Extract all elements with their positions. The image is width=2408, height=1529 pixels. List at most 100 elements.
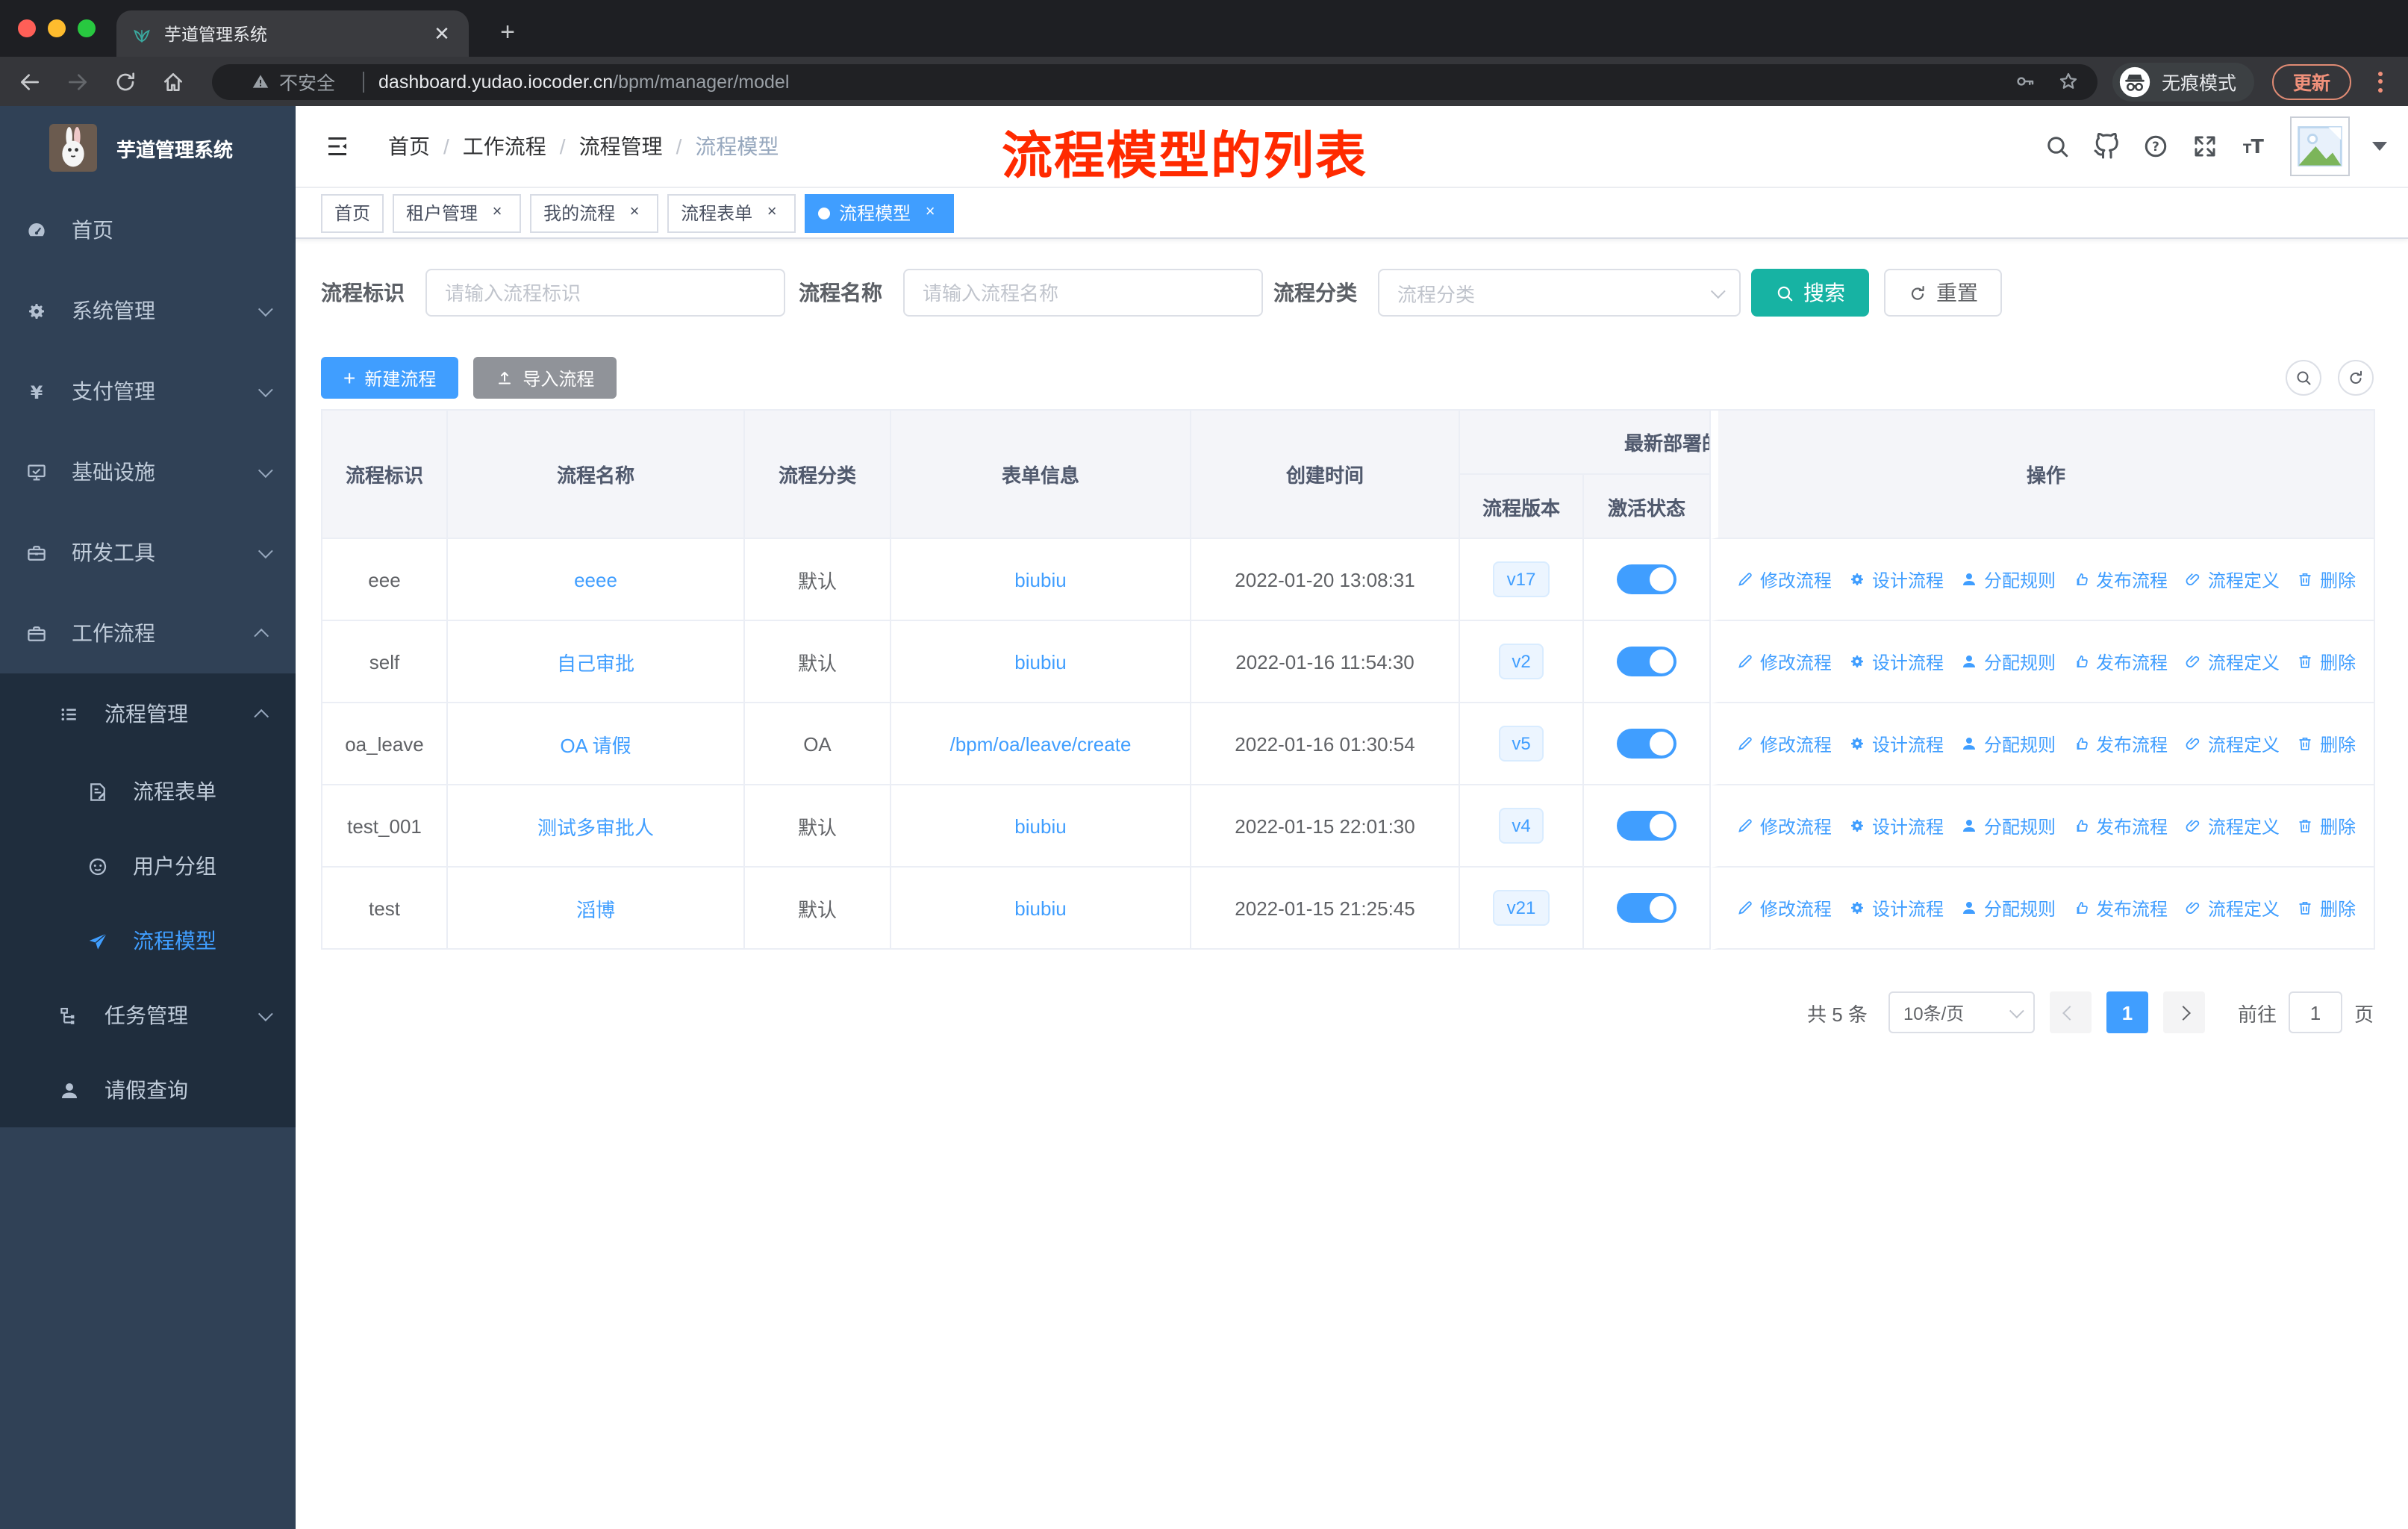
home-icon[interactable]	[161, 69, 185, 93]
sidebar-subitem-6[interactable]: 请假查询	[0, 1053, 296, 1127]
sidebar-subitem-5[interactable]: 任务管理	[0, 978, 296, 1053]
active-toggle[interactable]	[1617, 893, 1676, 923]
sidebar-item-3[interactable]: ¥ 支付管理	[0, 351, 296, 432]
menu-fold-icon[interactable]	[324, 133, 351, 160]
action-link-2[interactable]: 设计流程	[1848, 813, 1944, 838]
browser-tab[interactable]: 芋道管理系统 ✕	[116, 10, 469, 57]
sidebar-item-1[interactable]: 首页	[0, 190, 296, 270]
reset-button[interactable]: 重置	[1884, 269, 2002, 317]
back-icon[interactable]	[18, 69, 42, 93]
create-process-button[interactable]: + 新建流程	[321, 357, 459, 399]
tag-view-3[interactable]: 我的流程 ×	[530, 193, 659, 232]
breadcrumb-item[interactable]: 首页	[388, 131, 430, 161]
close-window-button[interactable]	[18, 19, 36, 37]
browser-update-button[interactable]: 更新	[2271, 63, 2351, 99]
tag-view-4[interactable]: 流程表单 ×	[667, 193, 796, 232]
page-size-select[interactable]: 10条/页	[1888, 991, 2035, 1033]
search-icon[interactable]	[2044, 133, 2071, 160]
process-name-link[interactable]: 测试多审批人	[537, 816, 654, 838]
url-bar[interactable]: 不安全 dashboard.yudao.iocoder.cn/bpm/manag…	[212, 63, 2097, 99]
active-toggle[interactable]	[1617, 564, 1676, 594]
form-info-link[interactable]: biubiu	[1014, 897, 1066, 919]
process-name-link[interactable]: 自己审批	[557, 652, 634, 674]
sidebar-subitem-1[interactable]: 流程管理	[0, 673, 296, 754]
process-key-input[interactable]	[425, 269, 785, 317]
github-icon[interactable]	[2093, 133, 2120, 160]
tag-view-5[interactable]: 流程模型 ×	[805, 193, 955, 232]
tag-close-icon[interactable]: ×	[624, 202, 645, 223]
action-link-2[interactable]: 设计流程	[1848, 731, 1944, 756]
page-number-button[interactable]: 1	[2106, 991, 2148, 1033]
sidebar-subitem-3[interactable]: 用户分组	[0, 829, 296, 903]
action-link-6[interactable]: 删除	[2296, 731, 2356, 756]
tag-view-2[interactable]: 租户管理 ×	[393, 193, 522, 232]
sidebar-item-6[interactable]: 工作流程	[0, 593, 296, 673]
action-link-5[interactable]: 流程定义	[2184, 895, 2280, 921]
browser-menu-icon[interactable]	[2369, 67, 2390, 96]
sidebar-item-5[interactable]: 研发工具	[0, 512, 296, 593]
action-link-4[interactable]: 发布流程	[2072, 649, 2168, 674]
new-tab-button[interactable]: +	[490, 18, 525, 48]
refresh-table-button[interactable]	[2338, 360, 2374, 396]
fullscreen-icon[interactable]	[2192, 133, 2218, 160]
import-process-button[interactable]: 导入流程	[473, 357, 617, 399]
key-icon[interactable]	[2014, 70, 2036, 93]
action-link-6[interactable]: 删除	[2296, 649, 2356, 674]
show-search-button[interactable]	[2286, 360, 2321, 396]
next-page-button[interactable]	[2162, 991, 2205, 1033]
breadcrumb-item[interactable]: 流程管理	[579, 131, 663, 161]
action-link-4[interactable]: 发布流程	[2072, 731, 2168, 756]
action-link-6[interactable]: 删除	[2296, 895, 2356, 921]
tab-close-icon[interactable]: ✕	[430, 22, 454, 46]
process-name-link[interactable]: eeee	[574, 568, 617, 591]
font-size-icon[interactable]: TT	[2241, 133, 2268, 160]
sidebar-item-2[interactable]: 系统管理	[0, 270, 296, 351]
tag-close-icon[interactable]: ×	[920, 202, 941, 223]
action-link-1[interactable]: 修改流程	[1736, 731, 1832, 756]
process-name-input[interactable]	[903, 269, 1263, 317]
form-info-link[interactable]: /bpm/oa/leave/create	[950, 732, 1132, 755]
form-info-link[interactable]: biubiu	[1014, 650, 1066, 673]
action-link-1[interactable]: 修改流程	[1736, 895, 1832, 921]
sidebar-subitem-2[interactable]: 流程表单	[0, 754, 296, 829]
help-icon[interactable]: ?	[2142, 133, 2169, 160]
breadcrumb-item[interactable]: 工作流程	[463, 131, 546, 161]
reload-icon[interactable]	[113, 69, 137, 93]
form-info-link[interactable]: biubiu	[1014, 815, 1066, 837]
action-link-4[interactable]: 发布流程	[2072, 813, 2168, 838]
avatar[interactable]	[2290, 116, 2350, 176]
action-link-3[interactable]: 分配规则	[1960, 731, 2056, 756]
prev-page-button[interactable]	[2049, 991, 2092, 1033]
action-link-2[interactable]: 设计流程	[1848, 649, 1944, 674]
process-name-link[interactable]: 滔博	[576, 898, 615, 921]
form-info-link[interactable]: biubiu	[1014, 568, 1066, 591]
zoom-window-button[interactable]	[78, 19, 96, 37]
action-link-3[interactable]: 分配规则	[1960, 895, 2056, 921]
action-link-3[interactable]: 分配规则	[1960, 813, 2056, 838]
action-link-1[interactable]: 修改流程	[1736, 813, 1832, 838]
active-toggle[interactable]	[1617, 647, 1676, 676]
action-link-2[interactable]: 设计流程	[1848, 895, 1944, 921]
tag-view-1[interactable]: 首页	[321, 193, 384, 232]
sidebar-item-4[interactable]: 基础设施	[0, 432, 296, 512]
action-link-1[interactable]: 修改流程	[1736, 567, 1832, 592]
sidebar-subitem-4[interactable]: 流程模型	[0, 903, 296, 978]
search-button[interactable]: 搜索	[1751, 269, 1869, 317]
action-link-4[interactable]: 发布流程	[2072, 895, 2168, 921]
caret-down-icon[interactable]	[2372, 142, 2387, 151]
action-link-3[interactable]: 分配规则	[1960, 567, 2056, 592]
process-name-link[interactable]: OA 请假	[560, 734, 631, 756]
action-link-5[interactable]: 流程定义	[2184, 567, 2280, 592]
action-link-2[interactable]: 设计流程	[1848, 567, 1944, 592]
action-link-4[interactable]: 发布流程	[2072, 567, 2168, 592]
process-category-select[interactable]: 流程分类	[1378, 269, 1741, 317]
active-toggle[interactable]	[1617, 729, 1676, 759]
forward-icon[interactable]	[66, 69, 90, 93]
action-link-5[interactable]: 流程定义	[2184, 731, 2280, 756]
tag-close-icon[interactable]: ×	[487, 202, 508, 223]
bookmark-star-icon[interactable]	[2057, 70, 2080, 93]
action-link-6[interactable]: 删除	[2296, 813, 2356, 838]
action-link-1[interactable]: 修改流程	[1736, 649, 1832, 674]
goto-page-input[interactable]	[2288, 991, 2342, 1033]
action-link-5[interactable]: 流程定义	[2184, 813, 2280, 838]
